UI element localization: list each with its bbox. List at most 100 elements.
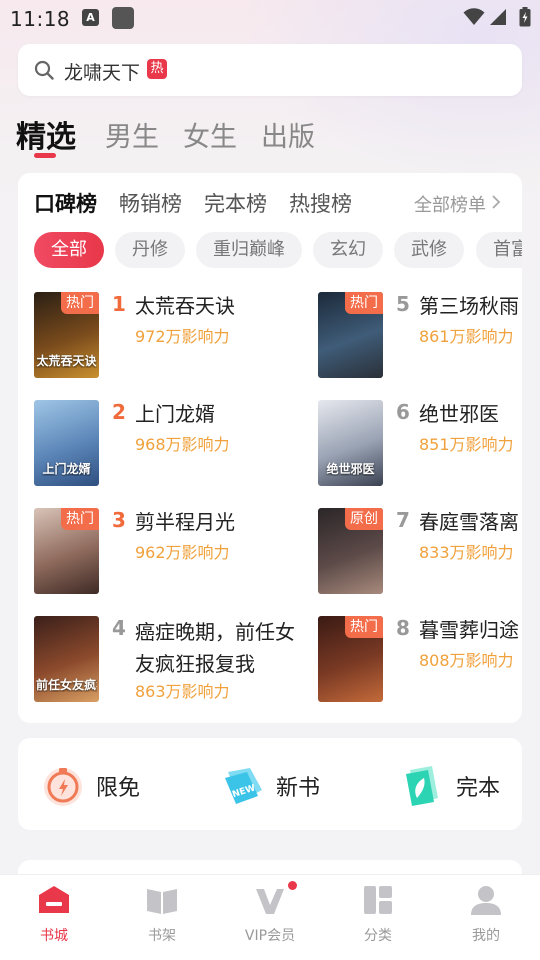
nav-label: 分类 — [364, 928, 392, 944]
book-title[interactable]: 上门龙婿 — [135, 400, 215, 428]
book-title[interactable]: 太荒吞天诀 — [135, 292, 235, 320]
new-books-label: 新书 — [276, 776, 321, 801]
free-limited-label: 限免 — [96, 776, 141, 801]
book-popularity: 861万影响力 — [419, 327, 514, 346]
quick-entry-card: 限免 NEW 新书 完本 — [18, 738, 522, 830]
book-item[interactable]: 太荒吞天诀 热门 1 太荒吞天诀 972万影响力 — [34, 292, 284, 388]
book-title[interactable]: 癌症晚期，前任女友疯狂报复我 — [135, 616, 300, 680]
rank-number: 7 — [396, 508, 410, 532]
tab-indicator — [34, 153, 56, 158]
nav-label: VIP会员 — [244, 928, 296, 944]
completed-entry[interactable]: 完本 — [400, 738, 520, 830]
chip-martial[interactable]: 武修 — [394, 232, 464, 268]
nav-bookshelf[interactable]: 书架 — [108, 875, 216, 960]
book-popularity: 972万影响力 — [135, 327, 230, 346]
rank-number: 6 — [396, 400, 410, 424]
stopwatch-icon — [44, 768, 82, 806]
book-title[interactable]: 第三场秋雨 — [419, 292, 519, 320]
bookshelf-icon — [147, 889, 177, 914]
nav-category[interactable]: 分类 — [324, 875, 432, 960]
completed-label: 完本 — [456, 776, 501, 801]
book-title[interactable]: 春庭雪落离 — [419, 508, 519, 536]
wifi-icon — [463, 8, 485, 25]
tab-featured[interactable]: 精选 — [16, 112, 76, 156]
original-tag: 原创 — [345, 508, 383, 530]
rank-tab-reputation[interactable]: 口碑榜 — [34, 188, 97, 218]
cover-title: 太荒吞天诀 — [36, 354, 97, 368]
book-item[interactable]: 热门 3 剪半程月光 962万影响力 — [34, 508, 284, 604]
book-item[interactable]: 热门 5 第三场秋雨 861万影响力 — [318, 292, 522, 388]
search-icon — [34, 60, 54, 80]
book-item[interactable]: 前任女友疯狂报复我 4 癌症晚期，前任女友疯狂报复我 863万影响力 — [34, 616, 304, 716]
book-title[interactable]: 暮雪葬归途 — [419, 616, 519, 644]
ranking-card: 口碑榜 畅销榜 完本榜 热搜榜 全部榜单 全部 丹修 重归巅峰 玄幻 武修 首富… — [18, 173, 522, 723]
tab-female[interactable]: 女生 — [183, 115, 237, 154]
all-lists-link[interactable]: 全部榜单 — [414, 191, 486, 217]
book-cover[interactable]: 前任女友疯狂报复我 — [34, 616, 99, 702]
nav-label: 我的 — [472, 928, 500, 944]
search-bar[interactable]: 龙啸天下 热 — [18, 44, 522, 96]
chip-danxiu[interactable]: 丹修 — [115, 232, 185, 268]
rank-number: 1 — [112, 292, 126, 316]
free-limited-entry[interactable]: 限免 — [40, 738, 190, 830]
book-cover[interactable]: 热门 — [318, 292, 383, 378]
chip-fantasy[interactable]: 玄幻 — [313, 232, 383, 268]
vip-icon — [256, 889, 284, 914]
book-cover[interactable]: 热门 — [34, 508, 99, 594]
search-placeholder: 龙啸天下 — [64, 62, 141, 84]
notification-square-icon — [112, 7, 134, 29]
nav-label: 书城 — [40, 928, 68, 944]
app-notification-icon: A — [82, 9, 99, 26]
profile-icon — [471, 886, 501, 915]
book-item[interactable]: 热门 8 暮雪葬归途 808万影响力 — [318, 616, 522, 712]
signal-icon — [490, 9, 506, 25]
cover-title: 绝世邪医 — [326, 462, 375, 476]
chip-return-peak[interactable]: 重归巅峰 — [196, 232, 302, 268]
rank-tab-bestseller[interactable]: 畅销榜 — [119, 188, 182, 218]
rank-number: 2 — [112, 400, 126, 424]
cover-title: 前任女友疯狂报复我 — [36, 678, 97, 692]
book-cover[interactable]: 太荒吞天诀 热门 — [34, 292, 99, 378]
notification-dot — [288, 881, 297, 890]
status-time: 11:18 — [10, 7, 71, 31]
chevron-right-icon — [492, 195, 501, 209]
rank-tab-hot-search[interactable]: 热搜榜 — [289, 188, 352, 218]
hot-tag: 热门 — [61, 508, 99, 530]
rank-number: 8 — [396, 616, 410, 640]
tab-male[interactable]: 男生 — [105, 115, 159, 154]
hot-tag: 热门 — [345, 616, 383, 638]
book-item[interactable]: 原创 7 春庭雪落离 833万影响力 — [318, 508, 522, 604]
book-popularity: 833万影响力 — [419, 543, 514, 562]
tab-publishing[interactable]: 出版 — [261, 115, 315, 154]
bookstore-icon — [39, 886, 69, 913]
hot-tag: 热门 — [345, 292, 383, 314]
chip-all[interactable]: 全部 — [34, 232, 104, 268]
rank-tab-completed[interactable]: 完本榜 — [204, 188, 267, 218]
nav-vip[interactable]: VIP会员 — [216, 875, 324, 960]
book-item[interactable]: 上门龙婿 2 上门龙婿 968万影响力 — [34, 400, 284, 496]
book-item[interactable]: 绝世邪医 6 绝世邪医 851万影响力 — [318, 400, 522, 496]
new-books-entry[interactable]: NEW 新书 — [220, 738, 350, 830]
book-title[interactable]: 剪半程月光 — [135, 508, 235, 536]
book-popularity: 851万影响力 — [419, 435, 514, 454]
category-icon — [364, 886, 392, 914]
status-bar: 11:18 A — [0, 0, 540, 36]
rank-number: 3 — [112, 508, 126, 532]
book-cover[interactable]: 热门 — [318, 616, 383, 702]
book-title[interactable]: 绝世邪医 — [419, 400, 499, 428]
chip-richest[interactable]: 首富 — [476, 232, 522, 268]
new-tag-icon: NEW — [225, 768, 262, 804]
nav-profile[interactable]: 我的 — [432, 875, 540, 960]
book-leaf-icon — [406, 766, 438, 806]
book-popularity: 968万影响力 — [135, 435, 230, 454]
rank-number: 5 — [396, 292, 410, 316]
book-cover[interactable]: 绝世邪医 — [318, 400, 383, 486]
book-cover[interactable]: 上门龙婿 — [34, 400, 99, 486]
nav-bookstore[interactable]: 书城 — [0, 875, 108, 960]
book-cover[interactable]: 原创 — [318, 508, 383, 594]
battery-charging-icon — [519, 7, 531, 27]
genre-chip-row: 全部 丹修 重归巅峰 玄幻 武修 首富 — [34, 232, 522, 270]
cover-title: 上门龙婿 — [42, 462, 91, 476]
hot-badge: 热 — [147, 59, 167, 79]
rank-number: 4 — [112, 616, 126, 640]
